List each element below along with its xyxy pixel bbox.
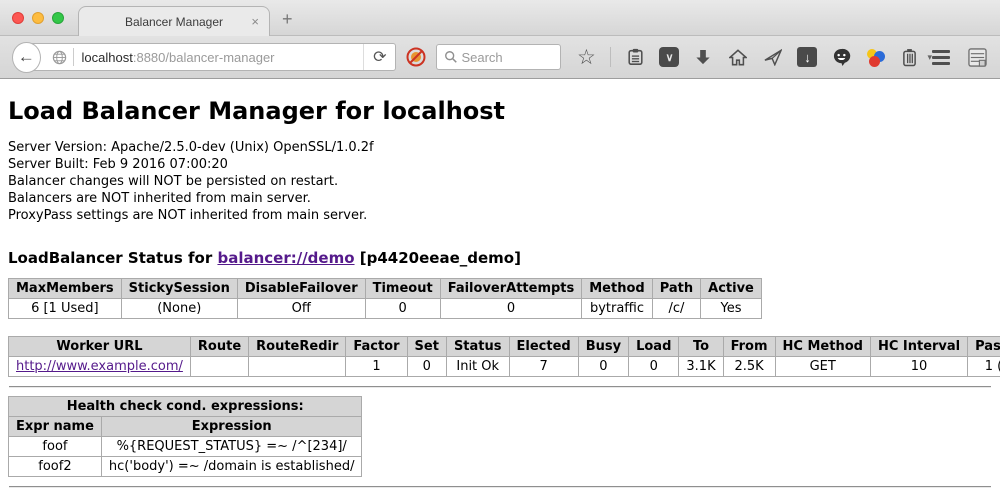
health-table-title: Health check cond. expressions: xyxy=(9,397,362,417)
col-maxmembers: MaxMembers xyxy=(9,279,122,299)
search-input[interactable] xyxy=(459,49,554,66)
browser-tab[interactable]: Balancer Manager × xyxy=(78,6,270,36)
paper-plane-icon[interactable] xyxy=(762,46,784,68)
server-built-line: Server Built: Feb 9 2016 07:00:20 xyxy=(8,156,992,173)
col-active: Active xyxy=(701,279,762,299)
col-busy: Busy xyxy=(578,337,628,357)
battery-icon[interactable] xyxy=(898,46,920,68)
col-routeredir: RouteRedir xyxy=(249,337,346,357)
loadbalancer-status-heading: LoadBalancer Status for balancer://demo … xyxy=(8,249,992,267)
balancer-summary-table: MaxMembers StickySession DisableFailover… xyxy=(8,278,762,319)
bookmark-star-icon[interactable]: ☆ xyxy=(575,46,597,68)
table-header-row: MaxMembers StickySession DisableFailover… xyxy=(9,279,762,299)
pocket-icon[interactable]: ∨ xyxy=(659,47,679,67)
status-suffix: [p4420eeae_demo] xyxy=(355,249,521,267)
col-timeout: Timeout xyxy=(365,279,440,299)
col-hc-method: HC Method xyxy=(775,337,870,357)
col-set: Set xyxy=(407,337,446,357)
section-divider xyxy=(9,386,991,388)
server-version-line: Server Version: Apache/2.5.0-dev (Unix) … xyxy=(8,139,992,156)
col-hc-interval: HC Interval xyxy=(870,337,967,357)
col-path: Path xyxy=(652,279,700,299)
worker-url-link[interactable]: http://www.example.com/ xyxy=(16,359,183,374)
search-icon xyxy=(443,46,459,68)
url-path: :8880/balancer-manager xyxy=(133,50,275,65)
home-icon[interactable] xyxy=(727,46,749,68)
toolbar-buttons: ☆ ∨ ↓ xyxy=(575,46,932,68)
globe-icon xyxy=(52,50,67,65)
traffic-lights xyxy=(12,12,64,24)
col-stickysession: StickySession xyxy=(121,279,237,299)
status-prefix: LoadBalancer Status for xyxy=(8,249,217,267)
col-from: From xyxy=(723,337,775,357)
navigation-toolbar: ← localhost:8880/balancer-manager ⟳ ☆ ∨ xyxy=(0,36,1000,79)
minimize-window-button[interactable] xyxy=(32,12,44,24)
balancer-demo-link[interactable]: balancer://demo xyxy=(217,249,354,267)
toolbar-divider xyxy=(610,47,611,67)
zoom-window-button[interactable] xyxy=(52,12,64,24)
flashblock-icon[interactable] xyxy=(406,47,426,67)
col-factor: Factor xyxy=(346,337,407,357)
table-row: foof2 hc('body') =~ /domain is establish… xyxy=(9,457,362,477)
grid-icon[interactable] xyxy=(966,46,988,68)
col-load: Load xyxy=(629,337,679,357)
url-bar[interactable]: localhost:8880/balancer-manager ⟳ xyxy=(25,43,397,71)
health-check-table: Health check cond. expressions: Expr nam… xyxy=(8,396,362,477)
table-row: http://www.example.com/ 1 0 Init Ok 7 0 … xyxy=(9,357,1000,377)
server-info: Server Version: Apache/2.5.0-dev (Unix) … xyxy=(8,139,992,224)
col-elected: Elected xyxy=(509,337,578,357)
col-expression: Expression xyxy=(101,417,362,437)
col-failoverattempts: FailoverAttempts xyxy=(440,279,582,299)
col-route: Route xyxy=(190,337,248,357)
search-box[interactable] xyxy=(436,44,561,70)
url-host: localhost xyxy=(82,50,133,65)
tab-title: Balancer Manager xyxy=(119,15,229,29)
page-content: Load Balancer Manager for localhost Serv… xyxy=(0,79,1000,490)
col-status: Status xyxy=(446,337,509,357)
col-disablefailover: DisableFailover xyxy=(237,279,365,299)
table-row: 6 [1 Used] (None) Off 0 0 bytraffic /c/ … xyxy=(9,299,762,319)
download-box-icon[interactable]: ↓ xyxy=(797,47,817,67)
table-title-row: Health check cond. expressions: xyxy=(9,397,362,417)
downloads-icon[interactable] xyxy=(692,46,714,68)
worker-table: Worker URL Route RouteRedir Factor Set S… xyxy=(8,336,1000,377)
persist-notice-line: Balancer changes will NOT be persisted o… xyxy=(8,173,992,190)
table-header-row: Expr name Expression xyxy=(9,417,362,437)
page-title: Load Balancer Manager for localhost xyxy=(8,97,992,125)
toolbar-right xyxy=(932,46,988,68)
titlebar: Balancer Manager × + xyxy=(0,0,1000,36)
table-row: foof %{REQUEST_STATUS} =~ /^[234]/ xyxy=(9,437,362,457)
col-worker-url: Worker URL xyxy=(9,337,191,357)
table-header-row: Worker URL Route RouteRedir Factor Set S… xyxy=(9,337,1000,357)
balancers-notice-line: Balancers are NOT inherited from main se… xyxy=(8,190,992,207)
clipboard-icon[interactable] xyxy=(624,46,646,68)
colored-dots-icon[interactable] xyxy=(865,47,885,67)
col-to: To xyxy=(679,337,723,357)
close-window-button[interactable] xyxy=(12,12,24,24)
reload-icon[interactable]: ⟳ xyxy=(363,44,395,70)
url-text[interactable]: localhost:8880/balancer-manager xyxy=(82,50,364,65)
url-separator xyxy=(73,48,74,66)
browser-window: Balancer Manager × + ← localhost:8880/ba… xyxy=(0,0,1000,491)
proxypass-notice-line: ProxyPass settings are NOT inherited fro… xyxy=(8,207,992,224)
col-method: Method xyxy=(582,279,652,299)
back-button[interactable]: ← xyxy=(12,42,41,73)
menu-icon[interactable] xyxy=(932,50,950,65)
smiley-icon[interactable] xyxy=(830,46,852,68)
new-tab-button[interactable]: + xyxy=(282,10,293,28)
col-expr-name: Expr name xyxy=(9,417,102,437)
tab-close-icon[interactable]: × xyxy=(251,14,259,29)
bottom-divider xyxy=(9,486,991,488)
col-passes: Passes xyxy=(968,337,1000,357)
